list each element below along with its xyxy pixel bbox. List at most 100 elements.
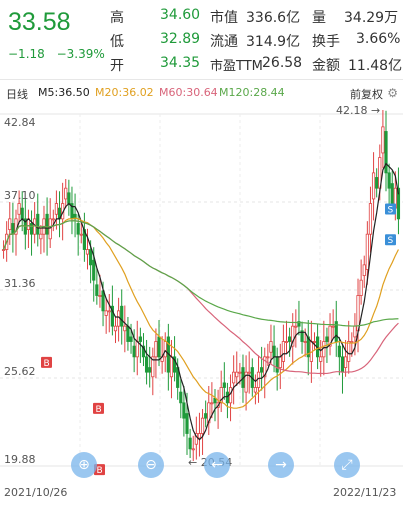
candle-body [79,233,83,236]
candle-body [163,341,167,358]
candle-body [225,391,230,404]
trade-marker-label: B [96,405,102,415]
high-annotation: 42.18 → [336,104,380,117]
stat-label-volume: 量 [312,10,326,26]
candle-body [337,345,341,358]
ma120-label: M120:28.44 [219,86,285,99]
candle-body [39,233,43,240]
candle-body [120,305,124,327]
candle-body [312,341,317,343]
stat-label-amount: 金额 [312,58,340,74]
candle-body [138,336,142,342]
candle-body [375,177,379,189]
kline-svg: 42.84 37.10 31.36 25.62 19.88 2021/10/26 2022/… [0,104,403,499]
gear-icon[interactable]: ⚙ [387,86,398,100]
candle-body [278,356,282,368]
candle-body [157,336,161,358]
stat-value-amount: 11.48亿 [348,58,403,74]
candle-body [222,382,226,388]
change-amount: −1.18 [8,47,45,61]
ma20-line [2,217,399,409]
candle-body [182,402,186,419]
candle-body [288,336,292,342]
candle-body [129,336,133,342]
scroll-right-icon[interactable]: → [268,452,294,478]
candle-body [384,131,388,174]
candle-body [101,290,105,312]
candle-body [247,371,251,374]
candle-body [144,356,149,373]
stat-value-high: 34.60 [160,7,201,23]
candle-body [169,356,174,378]
candle-body [188,437,192,450]
candle-body [272,345,276,358]
trade-marker-label: S [388,236,394,246]
candle-body [381,126,385,154]
candle-body [387,172,391,189]
trade-marker-label: B [97,466,103,476]
candle-body [104,310,108,316]
stat-label-low: 低 [110,34,124,50]
y-tick-label: 19.88 [4,453,36,466]
candle-body [98,295,102,297]
stat-value-pe: 26.58 [262,55,303,71]
adjust-selector[interactable]: 前复权 [350,86,383,102]
stat-label-mktcap: 市值 [210,10,238,26]
candle-body [123,325,127,332]
candle-body [197,433,202,439]
candle-body [325,336,329,342]
stat-label-float: 流通 [210,34,238,50]
candle-body [269,341,273,353]
candle-body [17,203,21,215]
stat-value-turnover: 3.66% [356,31,401,47]
candle-body [154,341,158,358]
x-tick-label: 2021/10/26 [4,486,67,499]
candle-body [132,345,136,358]
candle-body [67,192,71,204]
candle-body [126,325,130,342]
ma-legend-bar: 日线 M5:36.50 M20:36.02 M60:30.64 M120:28.… [0,84,403,102]
stat-value-low: 32.89 [160,31,201,47]
candle-body [238,371,242,374]
candle-body [331,325,335,328]
ma60-label: M60:30.64 [159,86,218,99]
zoom-out-icon[interactable]: ⊖ [138,452,164,478]
scroll-left-icon[interactable]: ← [204,452,230,478]
stat-value-float: 314.9亿 [246,34,301,50]
stat-value-mktcap: 336.6亿 [246,10,301,26]
y-tick-label: 31.36 [4,277,36,290]
candle-body [54,203,59,215]
candle-body [340,356,345,373]
candle-body [113,325,118,332]
quote-divider [0,79,403,80]
candle-body [92,259,96,281]
candle-body [95,284,99,296]
candle-body [1,249,6,251]
kline-chart[interactable]: 42.84 37.10 31.36 25.62 19.88 2021/10/26 2022/… [0,104,403,502]
zoom-in-icon[interactable]: ⊕ [71,452,97,478]
quote-panel: 33.58 −1.18 −3.39% 高 34.60 低 32.89 开 34.… [0,0,403,80]
candle-body [8,218,12,230]
fullscreen-icon[interactable]: ⤢ [334,452,360,478]
period-selector[interactable]: 日线 [6,86,28,102]
candle-body [253,387,258,393]
candle-body [232,371,236,384]
change-percent: −3.39% [56,47,105,61]
candle-body [89,249,93,266]
stat-label-pe: 市盈TTM [210,59,263,74]
candle-body [343,356,348,368]
candle-body [29,223,34,235]
y-tick-label: 25.62 [4,365,36,378]
ma20-label: M20:36.02 [95,86,154,99]
candle-body [107,310,111,313]
candle-body [235,371,239,378]
candle-body [51,218,55,221]
candle-body [200,417,205,434]
stat-label-high: 高 [110,10,124,26]
candle-body [390,183,394,204]
stat-label-open: 开 [110,58,124,74]
candle-body [365,233,369,270]
candle-body [45,213,49,235]
candle-body [204,413,208,419]
candle-body [353,325,357,338]
